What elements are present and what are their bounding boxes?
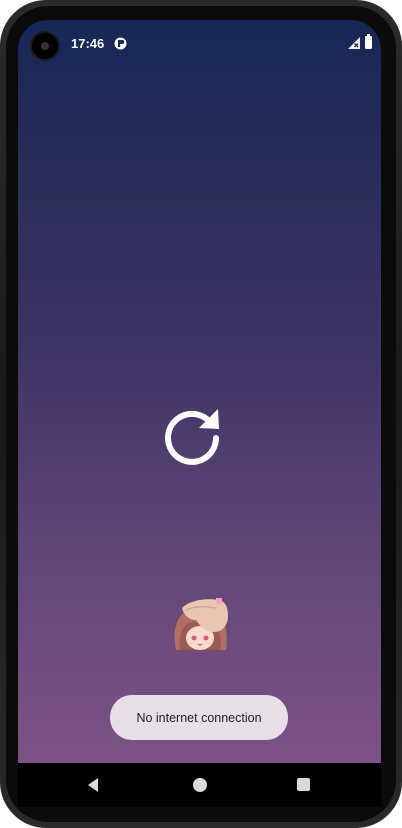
battery-icon	[365, 34, 372, 49]
recents-icon[interactable]	[297, 778, 310, 791]
toast-text: No internet connection	[136, 710, 262, 725]
navigation-bar	[18, 763, 381, 807]
toast-message: No internet connection	[110, 695, 288, 740]
app-notification-icon	[114, 37, 127, 50]
phone-frame: 17:46 No internet connection	[0, 0, 402, 828]
back-icon[interactable]	[86, 777, 100, 793]
front-camera	[30, 31, 60, 61]
anime-character-image	[174, 598, 228, 650]
home-icon[interactable]	[193, 778, 207, 792]
app-screen: 17:46 No internet connection	[18, 20, 381, 763]
signal-no-service-icon	[348, 37, 360, 49]
refresh-icon[interactable]	[152, 398, 232, 478]
status-time: 17:46	[71, 36, 105, 51]
status-bar: 17:46	[18, 20, 381, 66]
